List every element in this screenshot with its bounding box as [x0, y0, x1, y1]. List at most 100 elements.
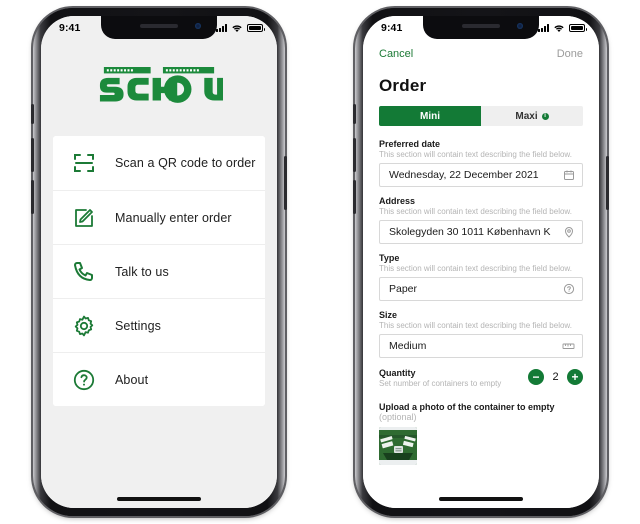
volume-down-button-right[interactable] — [353, 180, 356, 214]
silent-switch-right[interactable] — [353, 104, 356, 124]
preferred-date-input[interactable]: Wednesday, 22 December 2021 — [379, 163, 583, 187]
earpiece-speaker-left — [140, 24, 178, 28]
field-help-text: This section will contain text describin… — [379, 264, 572, 273]
field-value: Medium — [389, 340, 427, 352]
wifi-icon — [554, 24, 564, 32]
order-screen: 9:41 Cancel Done Order Mini Maxi i Prefe… — [363, 16, 599, 508]
container-photo-thumbnail[interactable] — [379, 427, 417, 465]
tab-mini[interactable]: Mini — [379, 106, 481, 126]
quantity-text: Quantity Set number of containers to emp… — [379, 367, 501, 392]
gear-icon — [69, 311, 99, 341]
status-time-right: 9:41 — [381, 22, 403, 34]
preferred-date-field: Preferred date This section will contain… — [379, 139, 583, 187]
menu-item-manual-order[interactable]: Manually enter order — [53, 190, 265, 244]
screen-left: 9:41 Scan a QR code to order Manually en… — [41, 16, 277, 508]
notch-left — [101, 16, 217, 39]
quantity-decrement-button[interactable]: − — [528, 369, 544, 385]
logo-container — [41, 40, 277, 136]
navigation-bar: Cancel Done — [363, 40, 599, 66]
battery-icon — [569, 24, 587, 32]
menu-item-label: Manually enter order — [115, 210, 232, 225]
home-screen: 9:41 Scan a QR code to order Manually en… — [41, 16, 277, 508]
location-pin-icon[interactable] — [563, 226, 575, 238]
volume-up-button-right[interactable] — [353, 138, 356, 172]
quantity-label: Quantity — [379, 368, 416, 378]
address-input[interactable]: Skolegyden 30 1011 København K — [379, 220, 583, 244]
battery-icon — [247, 24, 265, 32]
size-input[interactable]: Medium — [379, 334, 583, 358]
qr-scan-icon — [69, 148, 99, 178]
field-value: Paper — [389, 283, 418, 295]
address-field: Address This section will contain text d… — [379, 196, 583, 244]
cancel-button[interactable]: Cancel — [379, 48, 413, 60]
pencil-square-icon — [69, 203, 99, 233]
upload-label: Upload a photo of the container to empty… — [379, 402, 583, 422]
phone-icon — [69, 257, 99, 287]
wifi-icon — [232, 24, 242, 32]
quantity-section: Quantity Set number of containers to emp… — [379, 367, 583, 392]
power-button-left[interactable] — [284, 156, 287, 210]
container-photo-image — [379, 427, 417, 465]
tab-maxi-label: Maxi — [515, 110, 538, 122]
main-menu-card: Scan a QR code to order Manually enter o… — [53, 136, 265, 406]
cellular-bars-icon — [216, 24, 227, 32]
type-input[interactable]: Paper — [379, 277, 583, 301]
menu-item-about[interactable]: About — [53, 352, 265, 406]
quantity-value: 2 — [552, 371, 559, 383]
menu-item-settings[interactable]: Settings — [53, 298, 265, 352]
menu-item-label: Talk to us — [115, 264, 169, 279]
quantity-help-text: Set number of containers to empty — [379, 379, 502, 388]
screenshot-stage: 9:41 Scan a QR code to order Manually en… — [0, 0, 640, 524]
volume-down-button-left[interactable] — [31, 180, 34, 214]
field-label: Size — [379, 310, 398, 320]
field-help-text: This section will contain text describin… — [379, 150, 572, 159]
silent-switch-left[interactable] — [31, 104, 34, 124]
earpiece-speaker-right — [462, 24, 500, 28]
home-indicator-right[interactable] — [439, 497, 523, 501]
power-button-right[interactable] — [606, 156, 609, 210]
menu-item-label: Settings — [115, 318, 161, 333]
upload-section: Upload a photo of the container to empty… — [379, 402, 583, 465]
field-value: Wednesday, 22 December 2021 — [389, 169, 539, 181]
field-label: Preferred date — [379, 139, 441, 149]
menu-item-label: Scan a QR code to order — [115, 156, 256, 170]
order-form: Order Mini Maxi i Preferred date This se… — [363, 66, 599, 508]
question-circle-icon[interactable] — [563, 283, 575, 295]
field-help-text: This section will contain text describin… — [379, 207, 572, 216]
volume-up-button-left[interactable] — [31, 138, 34, 172]
tab-maxi[interactable]: Maxi i — [481, 106, 583, 126]
cellular-bars-icon — [538, 24, 549, 32]
schou-logo — [99, 66, 223, 103]
quantity-increment-button[interactable]: + — [567, 369, 583, 385]
screen-right: 9:41 Cancel Done Order Mini Maxi i Prefe… — [363, 16, 599, 508]
page-title: Order — [379, 76, 427, 95]
status-time-left: 9:41 — [59, 22, 81, 34]
size-field: Size This section will contain text desc… — [379, 310, 583, 358]
home-indicator-left[interactable] — [117, 497, 201, 501]
calendar-icon[interactable] — [563, 169, 575, 181]
tab-mini-label: Mini — [420, 110, 440, 122]
field-help-text: This section will contain text describin… — [379, 321, 572, 330]
quantity-stepper: − 2 + — [528, 367, 583, 385]
menu-item-scan-qr[interactable]: Scan a QR code to order — [53, 136, 265, 190]
upload-label-text: Upload a photo of the container to empty — [379, 402, 555, 412]
front-camera-right — [517, 23, 523, 29]
status-icons-left — [216, 24, 265, 33]
field-label: Address — [379, 196, 416, 206]
type-field: Type This section will contain text desc… — [379, 253, 583, 301]
menu-item-label: About — [115, 372, 149, 387]
field-label: Type — [379, 253, 400, 263]
front-camera-left — [195, 23, 201, 29]
field-value: Skolegyden 30 1011 København K — [389, 226, 551, 238]
menu-item-talk-to-us[interactable]: Talk to us — [53, 244, 265, 298]
question-circle-icon — [69, 365, 99, 395]
upload-optional-text: (optional) — [379, 412, 417, 422]
info-dot-icon[interactable]: i — [541, 112, 549, 120]
notch-right — [423, 16, 539, 39]
status-icons-right — [538, 24, 587, 33]
size-segmented-control: Mini Maxi i — [379, 106, 583, 126]
phone-right: 9:41 Cancel Done Order Mini Maxi i Prefe… — [353, 8, 609, 516]
phone-left: 9:41 Scan a QR code to order Manually en… — [31, 8, 287, 516]
ruler-icon[interactable] — [562, 341, 575, 351]
done-button[interactable]: Done — [557, 48, 583, 60]
